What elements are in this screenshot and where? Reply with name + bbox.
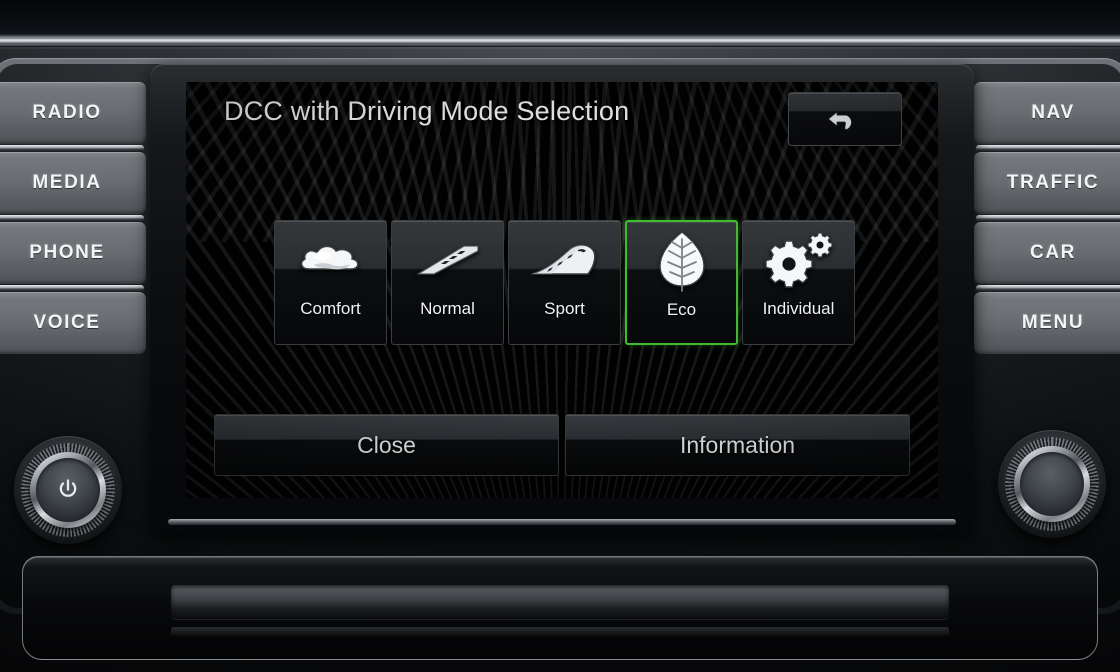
head-unit-screenshot: RADIO MEDIA PHONE VOICE NAV TRAFFIC CAR … [0, 0, 1120, 672]
hardkey-phone-label: PHONE [29, 242, 105, 263]
lower-vent [171, 627, 949, 636]
media-slot [171, 585, 949, 619]
flat-road-icon [412, 221, 484, 299]
left-hardkey-column: RADIO MEDIA PHONE VOICE [0, 82, 146, 354]
screen-action-bar: Close Information [214, 414, 910, 476]
mode-tile-normal-label: Normal [420, 299, 475, 318]
information-button-label: Information [679, 431, 796, 458]
leaf-icon [655, 222, 709, 300]
driving-mode-tile-row: Comfort Normal Sport Eco Individual [274, 220, 855, 345]
hardkey-car-label: CAR [1030, 242, 1076, 263]
mode-tile-eco-label: Eco [666, 300, 697, 319]
mode-tile-eco[interactable]: Eco [625, 220, 738, 345]
back-button[interactable] [788, 92, 902, 146]
mode-tile-normal[interactable]: Normal [391, 220, 504, 345]
back-arrow-icon [828, 111, 852, 130]
information-button[interactable]: Information [565, 414, 910, 476]
close-button[interactable]: Close [214, 414, 559, 476]
hardkey-nav[interactable]: NAV [974, 82, 1120, 152]
mode-tile-comfort-label: Comfort [300, 299, 361, 318]
hardkey-radio[interactable]: RADIO [0, 82, 146, 152]
gears-icon [763, 221, 835, 299]
cloud-icon [296, 221, 366, 299]
tune-scroll-knob[interactable] [998, 430, 1106, 538]
hardkey-media[interactable]: MEDIA [0, 152, 146, 222]
hardkey-voice-label: VOICE [33, 312, 101, 333]
close-button-label: Close [357, 431, 416, 458]
mode-tile-comfort[interactable]: Comfort [274, 220, 387, 345]
screen-header: DCC with Driving Mode Selection [186, 82, 938, 154]
touchscreen-display[interactable]: DCC with Driving Mode Selection Comfort … [186, 82, 938, 498]
power-volume-knob[interactable] [14, 436, 122, 544]
hardkey-menu-label: MENU [1021, 312, 1085, 333]
knob-face [36, 458, 100, 522]
screen-bezel: DCC with Driving Mode Selection Comfort … [150, 64, 974, 534]
hardkey-radio-label: RADIO [32, 102, 102, 123]
hardkey-nav-label: NAV [1031, 102, 1075, 123]
page-title: DCC with Driving Mode Selection [224, 96, 630, 126]
mode-tile-individual[interactable]: Individual [742, 220, 855, 345]
curved-road-icon [528, 221, 602, 299]
mode-tile-individual-label: Individual [762, 299, 835, 318]
hardkey-voice[interactable]: VOICE [0, 292, 146, 354]
lower-dash-panel [22, 556, 1098, 660]
hardkey-traffic-label: TRAFFIC [1006, 172, 1100, 193]
dashboard-trim-strip [0, 38, 1120, 44]
knob-face [1020, 452, 1084, 516]
power-icon [59, 479, 77, 497]
hardkey-car[interactable]: CAR [974, 222, 1120, 292]
hardkey-traffic[interactable]: TRAFFIC [974, 152, 1120, 222]
hardkey-phone[interactable]: PHONE [0, 222, 146, 292]
hardkey-media-label: MEDIA [32, 172, 102, 193]
right-hardkey-column: NAV TRAFFIC CAR MENU [974, 82, 1120, 354]
mode-tile-sport-label: Sport [544, 299, 585, 318]
mode-tile-sport[interactable]: Sport [508, 220, 621, 345]
hardkey-menu[interactable]: MENU [974, 292, 1120, 354]
